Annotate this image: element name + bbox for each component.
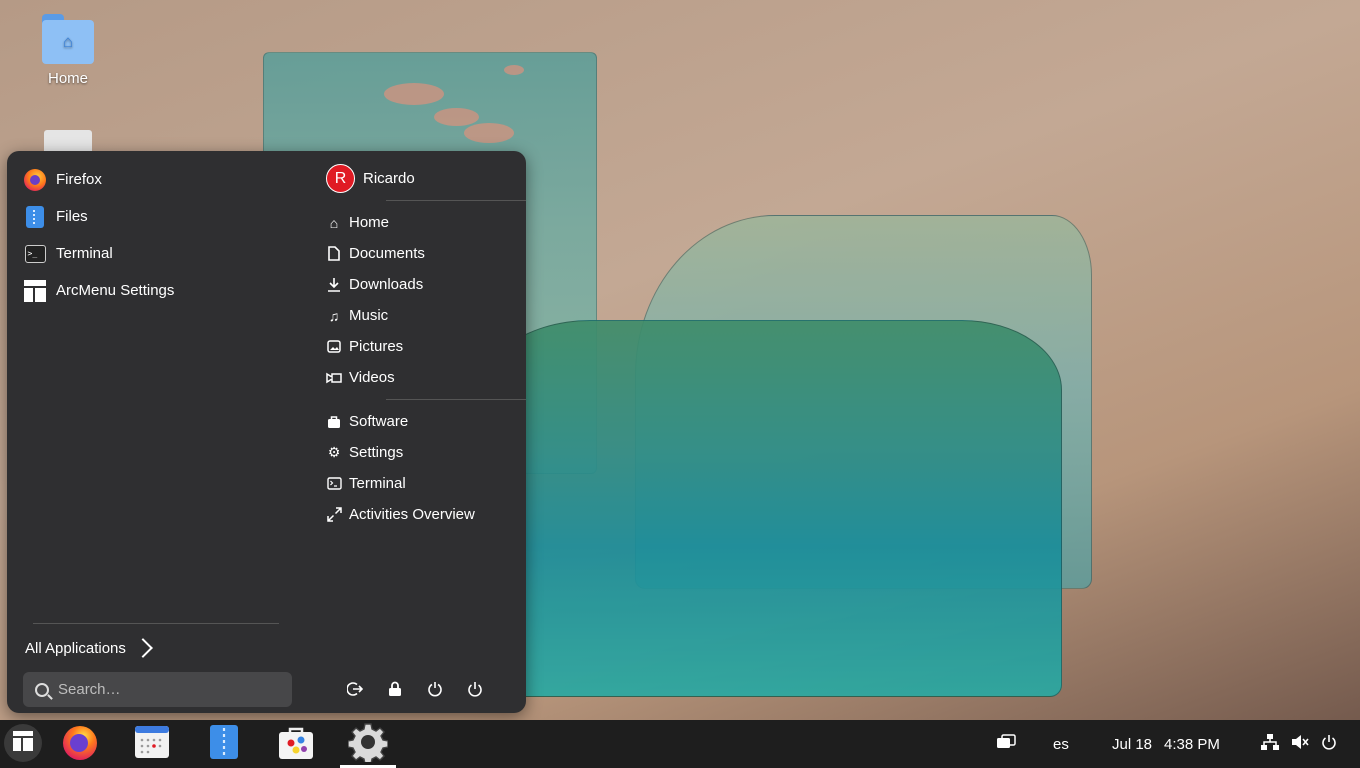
place-item-home[interactable]: ⌂ Home: [326, 207, 516, 238]
avatar: R: [326, 164, 355, 193]
place-item-pictures[interactable]: Pictures: [326, 331, 516, 362]
gear-icon: ⚙: [327, 444, 341, 460]
place-label: Downloads: [349, 276, 424, 293]
system-item-activities-overview[interactable]: Activities Overview: [326, 499, 516, 530]
desktop-icon-label: Home: [47, 70, 88, 87]
music-icon: ♫: [328, 307, 340, 324]
terminal-icon: >_: [23, 242, 47, 266]
wallpaper-shape: [470, 320, 1062, 697]
system-item-terminal[interactable]: Terminal: [326, 468, 516, 499]
picture-icon: [326, 339, 342, 355]
divider: [386, 200, 526, 201]
window-switcher-button[interactable]: [996, 720, 1016, 768]
calendar-icon: [134, 725, 170, 764]
video-icon: [326, 370, 342, 386]
software-icon: [326, 414, 342, 430]
date-label: Jul 18: [1112, 735, 1153, 753]
search-placeholder: Search…: [58, 681, 121, 698]
place-label: Music: [349, 307, 389, 324]
home-folder-icon: ⌂: [42, 12, 94, 64]
software-icon: [277, 724, 315, 765]
search-input[interactable]: Search…: [23, 672, 292, 707]
lock-icon[interactable]: [386, 680, 404, 698]
settings-icon: [347, 722, 389, 767]
arcmenu-icon: [13, 730, 33, 756]
network-icon: [1261, 734, 1279, 754]
divider: [33, 623, 279, 624]
files-icon: [23, 205, 47, 229]
places-column: R Ricardo ⌂ Home Documents Downloads ♫ M…: [326, 161, 526, 530]
system-label: Settings: [349, 444, 404, 461]
restart-icon[interactable]: [426, 680, 444, 698]
home-icon: ⌂: [329, 214, 339, 231]
time-label: 4:38 PM: [1164, 735, 1220, 753]
system-item-settings[interactable]: ⚙ Settings: [326, 437, 516, 468]
user-button[interactable]: R Ricardo: [326, 161, 516, 196]
place-item-videos[interactable]: Videos: [326, 362, 516, 393]
place-item-music[interactable]: ♫ Music: [326, 300, 516, 331]
taskbar-settings[interactable]: [346, 722, 390, 767]
session-actions: [346, 680, 484, 698]
app-item-firefox[interactable]: Firefox: [23, 161, 293, 198]
system-label: Software: [349, 413, 409, 430]
divider: [386, 399, 526, 400]
taskbar-calendar[interactable]: [130, 723, 174, 765]
files-icon: [209, 724, 239, 765]
firefox-icon: [61, 723, 99, 766]
chevron-right-icon: [133, 638, 153, 658]
power-icon: [1321, 734, 1337, 754]
system-label: Activities Overview: [349, 506, 475, 523]
taskbar: es Jul 18 4:38 PM: [0, 720, 1360, 768]
firefox-icon: [23, 168, 47, 192]
all-applications-label: All Applications: [25, 639, 126, 657]
arcmenu-button[interactable]: [4, 724, 42, 762]
place-label: Videos: [349, 369, 395, 386]
app-item-files[interactable]: Files: [23, 198, 293, 235]
all-applications-button[interactable]: All Applications: [25, 635, 153, 661]
system-item-software[interactable]: Software: [326, 406, 516, 437]
expand-icon: [326, 507, 342, 523]
pinned-apps-list: Firefox Files >_ Terminal ArcMenu Settin…: [23, 161, 293, 309]
document-icon: [326, 246, 342, 262]
system-label: Terminal: [349, 475, 406, 492]
keyboard-layout-label: es: [1053, 735, 1069, 753]
clock-button[interactable]: Jul 18 4:38 PM: [1112, 720, 1220, 768]
app-label: Firefox: [56, 171, 102, 188]
keyboard-layout-indicator[interactable]: es: [1053, 720, 1069, 768]
power-icon[interactable]: [466, 680, 484, 698]
place-label: Documents: [349, 245, 425, 262]
app-label: ArcMenu Settings: [56, 282, 175, 299]
arcmenu-settings-icon: [23, 279, 47, 303]
place-label: Pictures: [349, 338, 404, 355]
taskbar-files[interactable]: [202, 723, 246, 765]
logout-icon[interactable]: [346, 680, 364, 698]
search-icon: [35, 682, 49, 697]
app-item-terminal[interactable]: >_ Terminal: [23, 235, 293, 272]
user-name: Ricardo: [363, 170, 415, 187]
taskbar-software[interactable]: [274, 723, 318, 765]
download-icon: [326, 277, 342, 293]
taskbar-firefox[interactable]: [58, 723, 102, 765]
desktop-icon-home[interactable]: ⌂ Home: [30, 12, 106, 87]
volume-muted-icon: [1291, 734, 1309, 754]
app-item-arcmenu-settings[interactable]: ArcMenu Settings: [23, 272, 293, 309]
place-item-downloads[interactable]: Downloads: [326, 269, 516, 300]
window-switcher-icon: [996, 734, 1016, 754]
system-tray[interactable]: [1261, 720, 1337, 768]
arcmenu-panel: Firefox Files >_ Terminal ArcMenu Settin…: [7, 151, 526, 713]
app-label: Terminal: [56, 245, 113, 262]
place-label: Home: [349, 214, 390, 231]
app-label: Files: [56, 208, 88, 225]
place-item-documents[interactable]: Documents: [326, 238, 516, 269]
terminal-icon: [326, 476, 342, 492]
